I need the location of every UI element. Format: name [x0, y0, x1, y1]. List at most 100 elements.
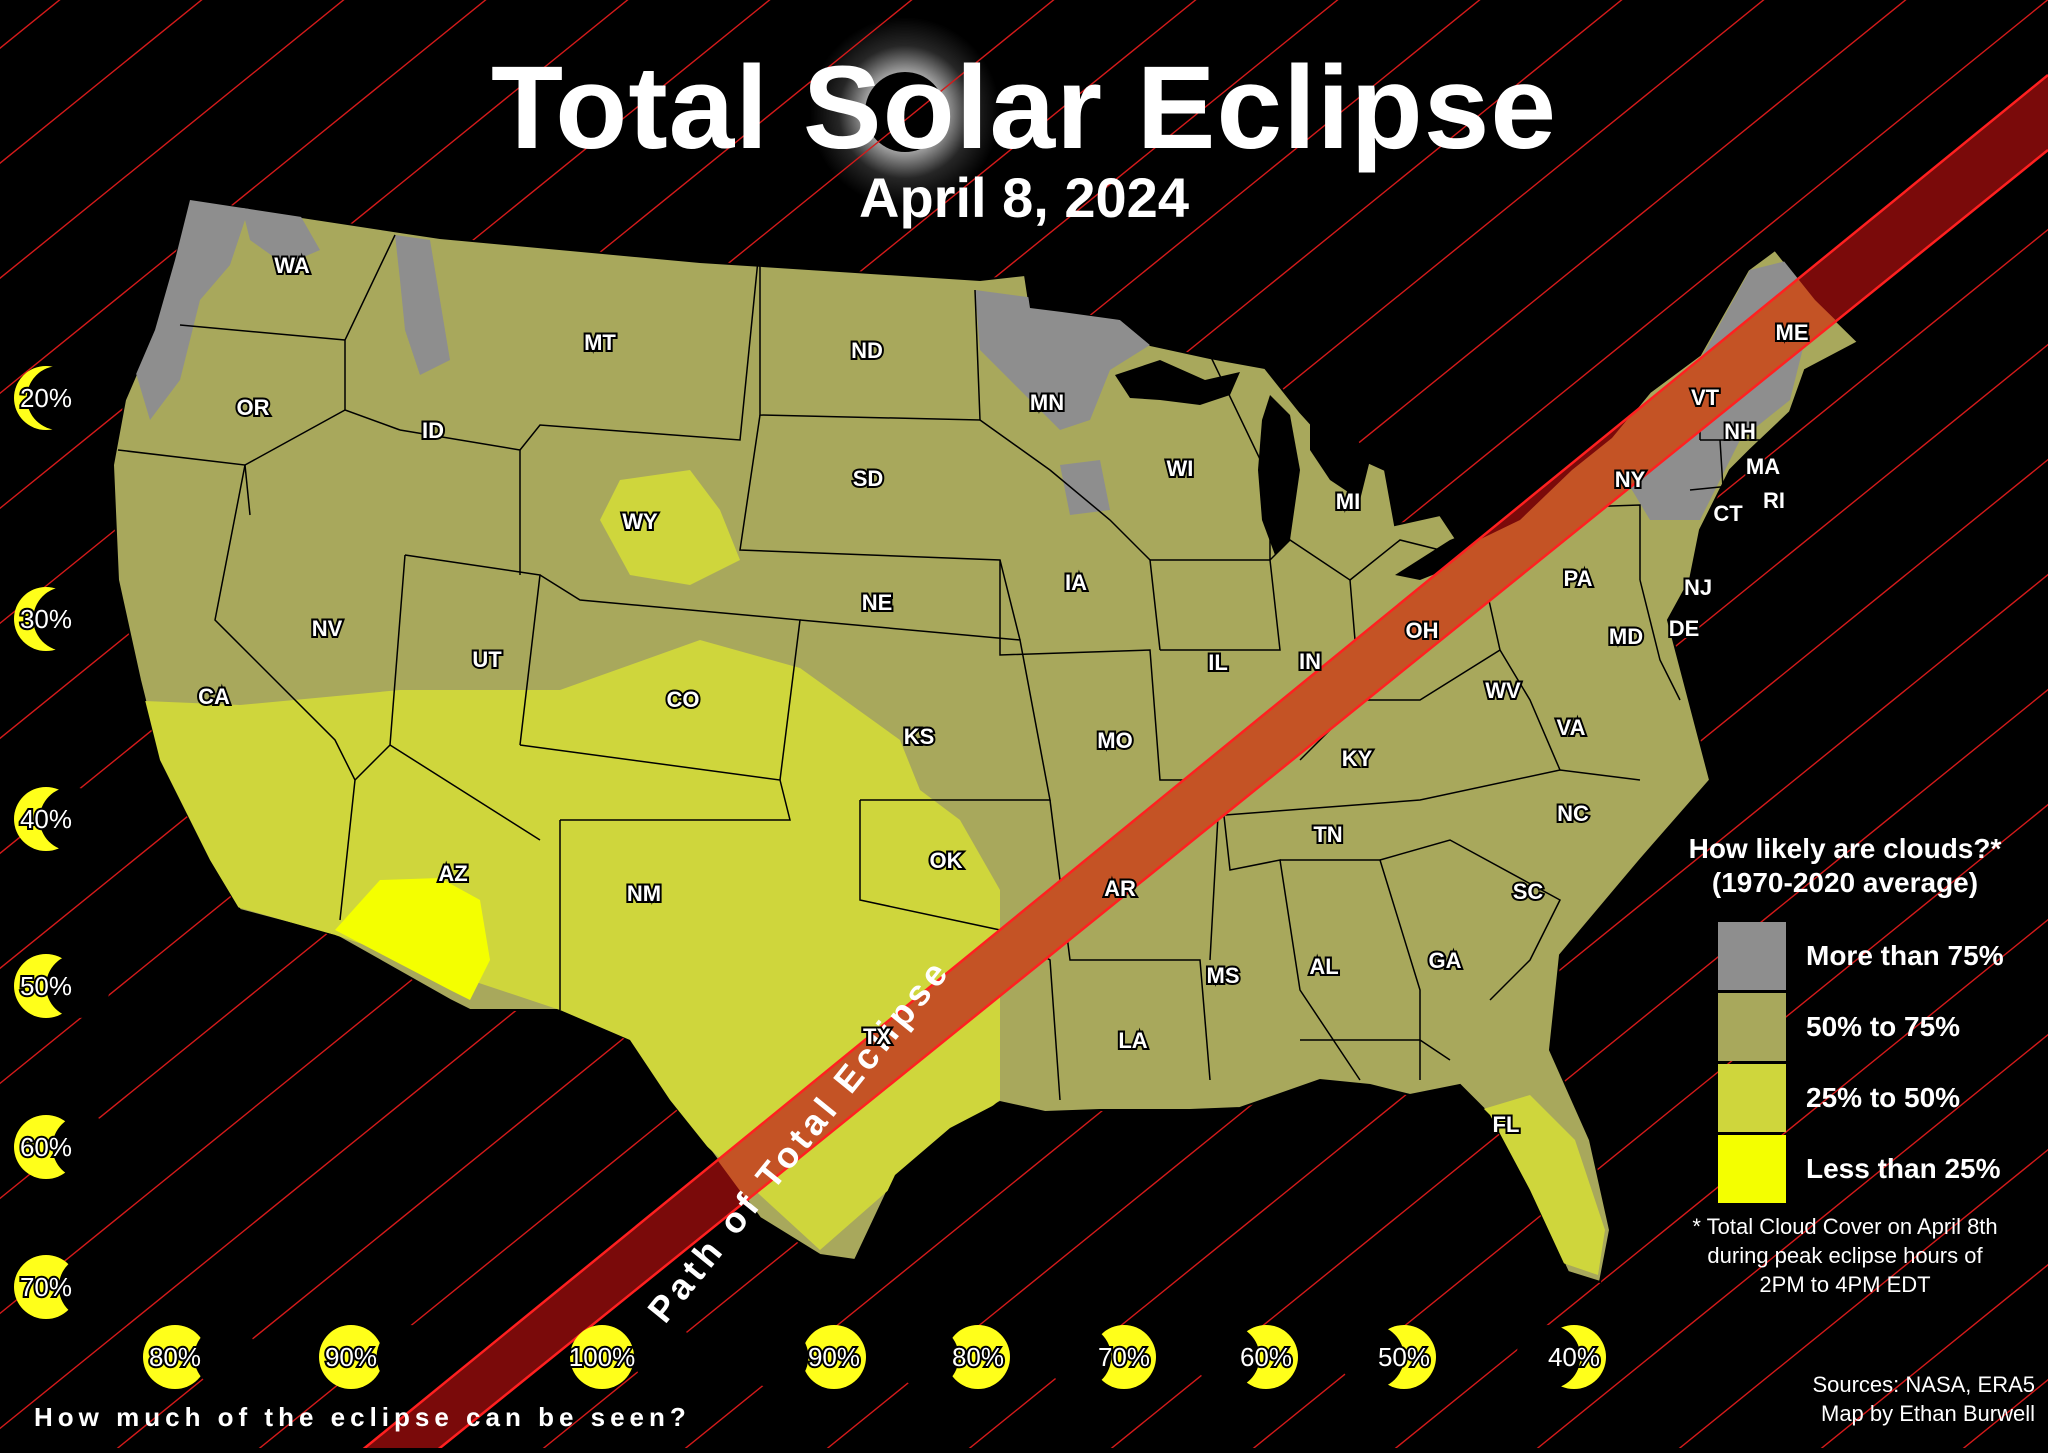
- coverage-label: 60%: [1240, 1342, 1292, 1372]
- state-label: OR: [237, 395, 270, 420]
- state-label: TX: [863, 1024, 891, 1049]
- coverage-label: 100%: [569, 1342, 636, 1372]
- state-label: SD: [853, 466, 884, 491]
- coverage-marker: 80%: [894, 1325, 1010, 1389]
- state-label: GA: [1429, 948, 1462, 973]
- moon-shadow-icon: [744, 1325, 809, 1389]
- moon-shadow-icon: [634, 1325, 698, 1389]
- sources-text: Sources: NASA, ERA5: [1812, 1372, 2035, 1397]
- coverage-label: 80%: [952, 1342, 1004, 1372]
- coverage-label: 40%: [1548, 1342, 1600, 1372]
- state-label: WY: [622, 509, 658, 534]
- state-label: MO: [1097, 728, 1132, 753]
- state-label: WA: [274, 253, 310, 278]
- coverage-label: 70%: [1098, 1342, 1150, 1372]
- coverage-marker: 40%: [1516, 1325, 1606, 1389]
- state-label: MS: [1207, 963, 1240, 988]
- coverage-label: 50%: [20, 971, 72, 1001]
- legend-label: 25% to 50%: [1806, 1082, 1961, 1113]
- state-label: MD: [1609, 624, 1643, 649]
- credits: Sources: NASA, ERA5 Map by Ethan Burwell: [1780, 1370, 2035, 1428]
- coverage-marker: 100%: [567, 1325, 698, 1389]
- state-label: FL: [1493, 1112, 1520, 1137]
- state-label: NH: [1724, 419, 1756, 444]
- coverage-marker: 80%: [143, 1325, 259, 1389]
- moon-shadow-icon: [194, 1325, 259, 1389]
- state-label: LA: [1118, 1028, 1147, 1053]
- state-label: WI: [1167, 456, 1194, 481]
- state-label: MN: [1030, 390, 1064, 415]
- coverage-label: 70%: [20, 1272, 72, 1302]
- state-label: DE: [1669, 616, 1700, 641]
- coverage-marker: 40%: [14, 787, 104, 851]
- state-label: AL: [1309, 954, 1338, 979]
- legend-label: More than 75%: [1806, 940, 2004, 971]
- state-label: CA: [198, 684, 230, 709]
- legend-item: 50% to 75%: [1718, 993, 2048, 1061]
- cloud-legend: How likely are clouds?* (1970-2020 avera…: [1650, 832, 2040, 1203]
- state-label: NV: [312, 616, 343, 641]
- state-label: NC: [1557, 801, 1589, 826]
- state-label: PA: [1564, 566, 1593, 591]
- us-landmass: [111, 198, 1860, 1284]
- state-label: KY: [1342, 746, 1373, 771]
- state-label: IA: [1065, 570, 1087, 595]
- state-label: KS: [904, 724, 935, 749]
- coverage-marker: 90%: [744, 1325, 866, 1389]
- eclipse-map-graphic: Path of Total Eclipse WA OR CA NV ID MT …: [0, 0, 2048, 1453]
- legend-item: More than 75%: [1718, 922, 2048, 990]
- legend-title: How likely are clouds?* (1970-2020 avera…: [1688, 833, 2002, 898]
- state-label: CO: [667, 687, 700, 712]
- coverage-label: 20%: [20, 383, 72, 413]
- state-label: IL: [1208, 650, 1228, 675]
- state-label: UT: [472, 647, 502, 672]
- coverage-marker: 60%: [14, 1115, 117, 1179]
- state-label: NJ: [1684, 575, 1712, 600]
- coverage-marker: 70%: [14, 1255, 123, 1319]
- state-label: SC: [1513, 879, 1544, 904]
- legend-label: 50% to 75%: [1806, 1011, 1961, 1042]
- state-label: VA: [1557, 715, 1586, 740]
- state-label: VT: [1691, 385, 1720, 410]
- coverage-label: 80%: [149, 1342, 201, 1372]
- legend-swatch: [1718, 1064, 1786, 1132]
- coverage-marker: 70%: [1047, 1325, 1156, 1389]
- coverage-question: How much of the eclipse can be seen?: [34, 1402, 691, 1432]
- page-title: Total Solar Eclipse: [490, 42, 1558, 174]
- state-label: WV: [1485, 678, 1521, 703]
- coverage-marker: 90%: [319, 1325, 441, 1389]
- legend-item: Less than 25%: [1718, 1135, 2048, 1203]
- coverage-label: 40%: [20, 804, 72, 834]
- state-label: ID: [422, 418, 444, 443]
- state-label: MA: [1746, 454, 1780, 479]
- state-label: TN: [1313, 822, 1342, 847]
- coverage-label: 50%: [1378, 1342, 1430, 1372]
- state-label: ME: [1776, 320, 1809, 345]
- bottom-coverage-markers: 80% 90% 100% 90% 80% 70% 60% 50% 40%: [143, 1325, 1606, 1389]
- state-label: ND: [851, 338, 883, 363]
- state-label: NY: [1615, 467, 1646, 492]
- left-coverage-markers: 20% 30% 40% 50% 60% 70%: [14, 366, 123, 1319]
- legend-swatch: [1718, 1135, 1786, 1203]
- state-label: OH: [1406, 618, 1439, 643]
- state-label: AR: [1104, 876, 1136, 901]
- moon-shadow-icon: [894, 1325, 959, 1389]
- legend-swatch: [1718, 993, 1786, 1061]
- legend-swatch: [1718, 922, 1786, 990]
- moon-shadow-icon: [376, 1325, 441, 1389]
- state-label: RI: [1763, 488, 1785, 513]
- coverage-marker: 50%: [14, 954, 110, 1018]
- author-text: Map by Ethan Burwell: [1821, 1401, 2035, 1426]
- state-label: IN: [1299, 649, 1321, 674]
- state-label: MT: [584, 330, 616, 355]
- eclipse-date: April 8, 2024: [859, 166, 1189, 229]
- coverage-label: 90%: [808, 1342, 860, 1372]
- state-label: MI: [1336, 489, 1360, 514]
- coverage-marker: 20%: [14, 366, 91, 430]
- coverage-label: 90%: [325, 1342, 377, 1372]
- legend-item: 25% to 50%: [1718, 1064, 2048, 1132]
- legend-footnote: * Total Cloud Cover on April 8th during …: [1692, 1214, 1998, 1297]
- coverage-label: 60%: [20, 1132, 72, 1162]
- state-label: CT: [1713, 501, 1743, 526]
- state-label: OK: [930, 848, 963, 873]
